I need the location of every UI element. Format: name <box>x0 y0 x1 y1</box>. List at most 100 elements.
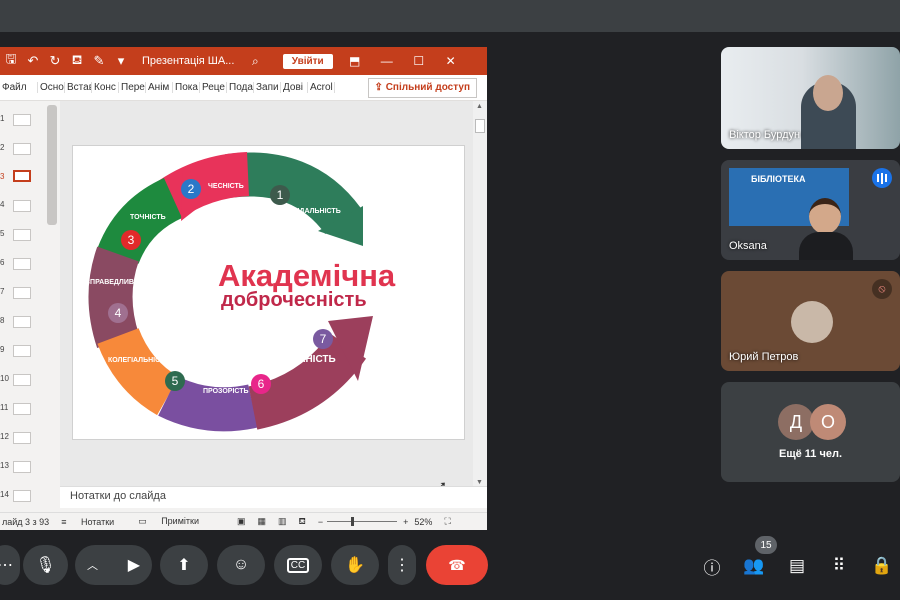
slide-thumbnail[interactable] <box>13 143 31 155</box>
tab-review[interactable]: Реце <box>200 82 227 93</box>
camera-button[interactable]: ︿ ▶ <box>75 545 152 585</box>
people-button[interactable]: 👥 <box>742 554 766 578</box>
status-bar: лайд 3 з 93 ≡ Нотатки ▭ Примітки ▣ ▦ ▥ ⛾… <box>0 512 487 530</box>
slide-thumbnail[interactable] <box>13 316 31 328</box>
tab-slideshow[interactable]: Пока <box>173 82 200 93</box>
participant-tile[interactable]: ⦸ Юрий Петров <box>721 271 900 371</box>
scroll-down-icon[interactable]: ▼ <box>476 479 483 486</box>
save-icon[interactable]: 🖫 <box>0 50 22 72</box>
leave-call-button[interactable]: ☎ <box>426 545 488 585</box>
tab-acrobat[interactable]: Acrol <box>308 82 335 93</box>
minimize-button[interactable]: — <box>371 54 403 68</box>
slide-scrollbar[interactable]: ▲ ▼ <box>473 101 487 499</box>
raise-hand-button[interactable]: ✋ <box>331 545 379 585</box>
zoom-level[interactable]: 52% <box>414 517 432 527</box>
undo-icon[interactable]: ↶ <box>22 53 44 69</box>
segment-5-number: 5 <box>172 374 179 388</box>
pen-icon[interactable]: ✎ <box>88 53 110 69</box>
participant-tile[interactable]: Віктор Бурдун <box>721 47 900 149</box>
segment-2-number: 2 <box>188 182 195 196</box>
slide-thumbnail[interactable] <box>13 461 31 473</box>
scroll-up-icon[interactable]: ▲ <box>476 103 483 110</box>
hand-icon: ✋ <box>345 557 365 574</box>
zoom-slider-thumb[interactable] <box>351 517 355 526</box>
slide-thumbnail[interactable] <box>13 403 31 415</box>
mic-button[interactable]: 🎙 <box>23 545 68 585</box>
more-options-button[interactable]: ⋮ <box>388 545 416 585</box>
chat-icon: ▤ <box>788 556 806 575</box>
segment-4-arc <box>88 246 140 348</box>
ribbon-display-icon[interactable]: ⬒ <box>339 54 371 68</box>
segment-7-number: 7 <box>320 332 327 346</box>
present-screen-button[interactable]: ⬆ <box>160 545 208 585</box>
scroll-thumb[interactable] <box>475 119 485 133</box>
lock-person-icon: 🔒 <box>871 556 893 575</box>
tab-transitions[interactable]: Пере <box>119 82 146 93</box>
participant-tile[interactable]: БІБЛІОТЕКА Oksana <box>721 160 900 260</box>
tab-help[interactable]: Дові <box>281 82 308 93</box>
thumb-number: 11 <box>0 403 9 412</box>
customize-qa-icon[interactable]: ▾ <box>110 53 132 69</box>
close-button[interactable]: ✕ <box>435 54 467 68</box>
slide-thumbnail[interactable] <box>13 432 31 444</box>
comments-button[interactable]: ▭ Примітки <box>138 516 211 527</box>
zoom-slider[interactable] <box>327 517 398 526</box>
fit-slide-icon[interactable]: ⛶ <box>444 516 450 527</box>
participant-head <box>813 75 843 111</box>
captions-button[interactable]: CC <box>274 545 322 585</box>
thumbnail-scrollbar[interactable] <box>47 105 57 225</box>
notes-pane[interactable]: Нотатки до слайда <box>60 486 487 508</box>
slide-thumbnail[interactable] <box>13 345 31 357</box>
ribbon-tabs: Файл Осно Встав Конс Пере Анім Пока Реце… <box>0 75 487 101</box>
tab-file[interactable]: Файл <box>0 82 38 93</box>
segment-6-number: 6 <box>258 377 265 391</box>
tab-animations[interactable]: Анім <box>146 82 173 93</box>
activities-button[interactable]: ⠿ <box>827 554 851 578</box>
slide-thumbnail[interactable] <box>13 200 31 212</box>
mic-off-icon: ⦸ <box>872 279 892 299</box>
zoom-out-icon[interactable]: − <box>318 517 323 527</box>
slide-thumbnail[interactable] <box>13 287 31 299</box>
reading-view-icon[interactable]: ▥ <box>278 516 287 527</box>
tab-record[interactable]: Запи <box>254 82 281 93</box>
thumb-number: 3 <box>0 172 5 181</box>
host-controls-button[interactable]: 🔒 <box>870 554 894 578</box>
notes-button[interactable]: ≡ Нотатки <box>61 517 126 527</box>
tab-insert[interactable]: Встав <box>65 82 92 93</box>
maximize-button[interactable]: ☐ <box>403 54 435 68</box>
tab-home[interactable]: Осно <box>38 82 65 93</box>
slideshow-icon[interactable]: ⛾ <box>299 516 306 528</box>
avatar-d: Д <box>778 404 814 440</box>
slide-title-line2: доброчесність <box>221 289 367 311</box>
slide-thumbnail[interactable] <box>13 490 31 502</box>
meeting-info-button[interactable]: ⓘ <box>700 554 724 578</box>
tab-design[interactable]: Конс <box>92 82 119 93</box>
info-icon: ⓘ <box>703 558 721 578</box>
slide-canvas: 1 2 3 4 5 6 7 ВІДПОВІДАЛЬНІСТЬ ЧЕСНІСТЬ … <box>60 101 485 499</box>
redo-icon[interactable]: ↻ <box>44 53 66 69</box>
slide-thumbnail-active[interactable] <box>13 170 31 182</box>
chevron-up-icon[interactable]: ︿ <box>87 557 98 573</box>
share-button[interactable]: ⇪ Спільний доступ <box>367 78 477 98</box>
slide-thumbnail[interactable] <box>13 114 31 126</box>
people-count-badge: 15 <box>755 536 777 554</box>
slide-thumbnail[interactable] <box>13 258 31 270</box>
chat-button[interactable]: ▤ <box>785 554 809 578</box>
signin-button[interactable]: Увійти <box>282 53 333 69</box>
more-effects-button[interactable]: ⋯ <box>0 545 20 585</box>
segment-5-arc <box>97 327 180 416</box>
others-tile[interactable]: Д О Ещё 11 чел. <box>721 382 900 482</box>
slide-thumbnail[interactable] <box>13 229 31 241</box>
normal-view-icon[interactable]: ▣ <box>237 516 246 527</box>
avatar-o: О <box>810 404 846 440</box>
slide-thumbnail[interactable] <box>13 374 31 386</box>
present-icon[interactable]: ⛾ <box>66 52 88 70</box>
notes-icon: ≡ <box>61 516 69 527</box>
thumb-number: 12 <box>0 432 9 441</box>
emoji-button[interactable]: ☺ <box>217 545 265 585</box>
tab-view[interactable]: Пода <box>227 82 254 93</box>
zoom-in-icon[interactable]: + <box>403 517 408 527</box>
search-icon[interactable]: ⌕ <box>252 54 259 69</box>
top-strip <box>0 0 900 32</box>
slide-sorter-icon[interactable]: ▦ <box>258 516 267 527</box>
